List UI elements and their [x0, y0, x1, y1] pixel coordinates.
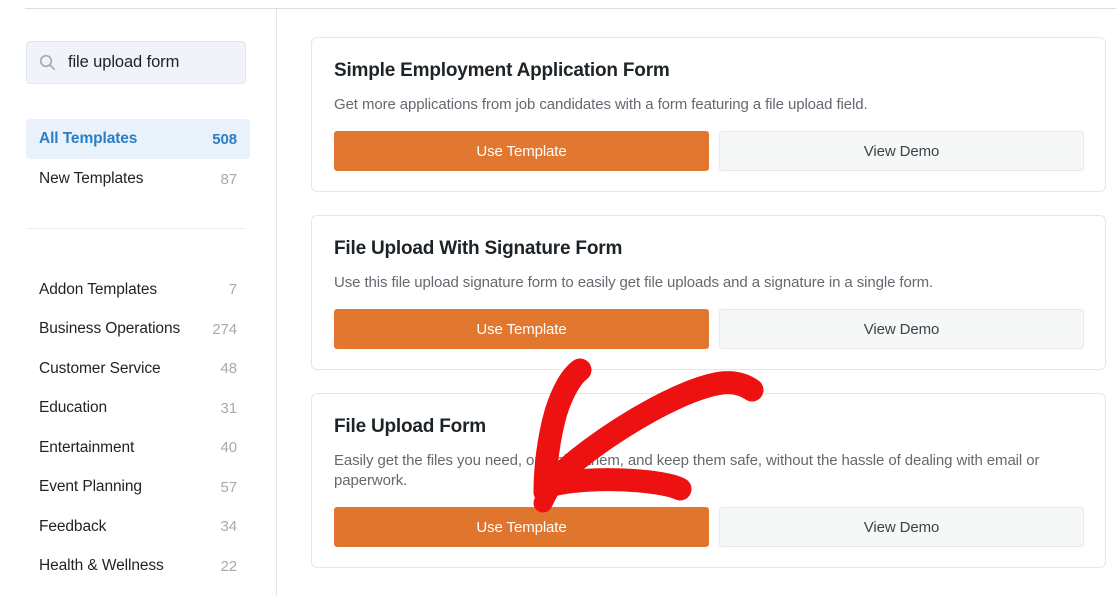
template-actions: Use Template View Demo: [334, 131, 1084, 171]
sidebar-item-marketing[interactable]: Marketing 96: [26, 586, 250, 596]
template-actions: Use Template View Demo: [334, 507, 1084, 547]
sidebar-item-label: Business Operations: [39, 320, 181, 338]
sidebar: All Templates 508 New Templates 87 Addon…: [0, 9, 276, 596]
sidebar-item-business-operations[interactable]: Business Operations 274: [26, 310, 250, 350]
sidebar-item-customer-service[interactable]: Customer Service 48: [26, 349, 250, 389]
sidebar-item-count: 31: [220, 399, 238, 417]
view-demo-button[interactable]: View Demo: [719, 131, 1084, 171]
sidebar-item-all-templates[interactable]: All Templates 508: [26, 119, 250, 159]
sidebar-item-count: 7: [228, 281, 237, 299]
use-template-button[interactable]: Use Template: [334, 131, 709, 171]
use-template-button[interactable]: Use Template: [334, 507, 709, 547]
use-template-button[interactable]: Use Template: [334, 309, 709, 349]
sidebar-item-count: 508: [212, 130, 237, 148]
sidebar-item-entertainment[interactable]: Entertainment 40: [26, 428, 250, 468]
sidebar-item-count: 40: [220, 439, 238, 457]
view-demo-button[interactable]: View Demo: [719, 309, 1084, 349]
sidebar-item-feedback[interactable]: Feedback 34: [26, 507, 250, 547]
sidebar-item-event-planning[interactable]: Event Planning 57: [26, 468, 250, 508]
template-card: File Upload With Signature Form Use this…: [311, 215, 1106, 370]
sidebar-separator: [26, 228, 246, 229]
search-input[interactable]: [68, 53, 233, 72]
template-list: Simple Employment Application Form Get m…: [277, 9, 1116, 596]
template-card: Simple Employment Application Form Get m…: [311, 37, 1106, 192]
sidebar-item-label: Addon Templates: [39, 280, 157, 298]
sidebar-item-count: 34: [220, 518, 238, 536]
template-title: File Upload Form: [334, 416, 486, 437]
template-description: Easily get the files you need, organize …: [334, 452, 1040, 489]
sidebar-item-new-templates[interactable]: New Templates 87: [26, 159, 250, 199]
sidebar-item-label: Customer Service: [39, 359, 161, 377]
template-description: Use this file upload signature form to e…: [334, 274, 934, 291]
category-list: Addon Templates 7 Business Operations 27…: [0, 270, 276, 596]
sidebar-item-count: 87: [220, 170, 238, 188]
sidebar-item-count: 274: [212, 320, 237, 338]
sidebar-item-health-wellness[interactable]: Health & Wellness 22: [26, 547, 250, 587]
template-card: File Upload Form Easily get the files yo…: [311, 393, 1106, 568]
sidebar-item-count: 22: [220, 557, 238, 575]
template-title: File Upload With Signature Form: [334, 238, 623, 259]
view-demo-button[interactable]: View Demo: [719, 507, 1084, 547]
sidebar-item-label: Entertainment: [39, 438, 135, 456]
primary-nav-list: All Templates 508 New Templates 87: [0, 119, 276, 199]
sidebar-item-label: Health & Wellness: [39, 557, 164, 575]
sidebar-item-label: Education: [39, 399, 108, 417]
template-description: Get more applications from job candidate…: [334, 96, 868, 113]
sidebar-item-count: 48: [220, 360, 238, 378]
template-title: Simple Employment Application Form: [334, 60, 670, 81]
sidebar-item-education[interactable]: Education 31: [26, 389, 250, 429]
sidebar-item-label: All Templates: [39, 130, 138, 147]
sidebar-item-addon-templates[interactable]: Addon Templates 7: [26, 270, 250, 310]
sidebar-item-label: New Templates: [39, 170, 144, 187]
sidebar-item-label: Event Planning: [39, 478, 142, 496]
template-picker-screen: All Templates 508 New Templates 87 Addon…: [0, 0, 1116, 596]
search-icon: [39, 54, 56, 71]
sidebar-item-label: Feedback: [39, 517, 107, 535]
search-box[interactable]: [26, 41, 246, 84]
sidebar-item-count: 57: [220, 478, 238, 496]
template-actions: Use Template View Demo: [334, 309, 1084, 349]
